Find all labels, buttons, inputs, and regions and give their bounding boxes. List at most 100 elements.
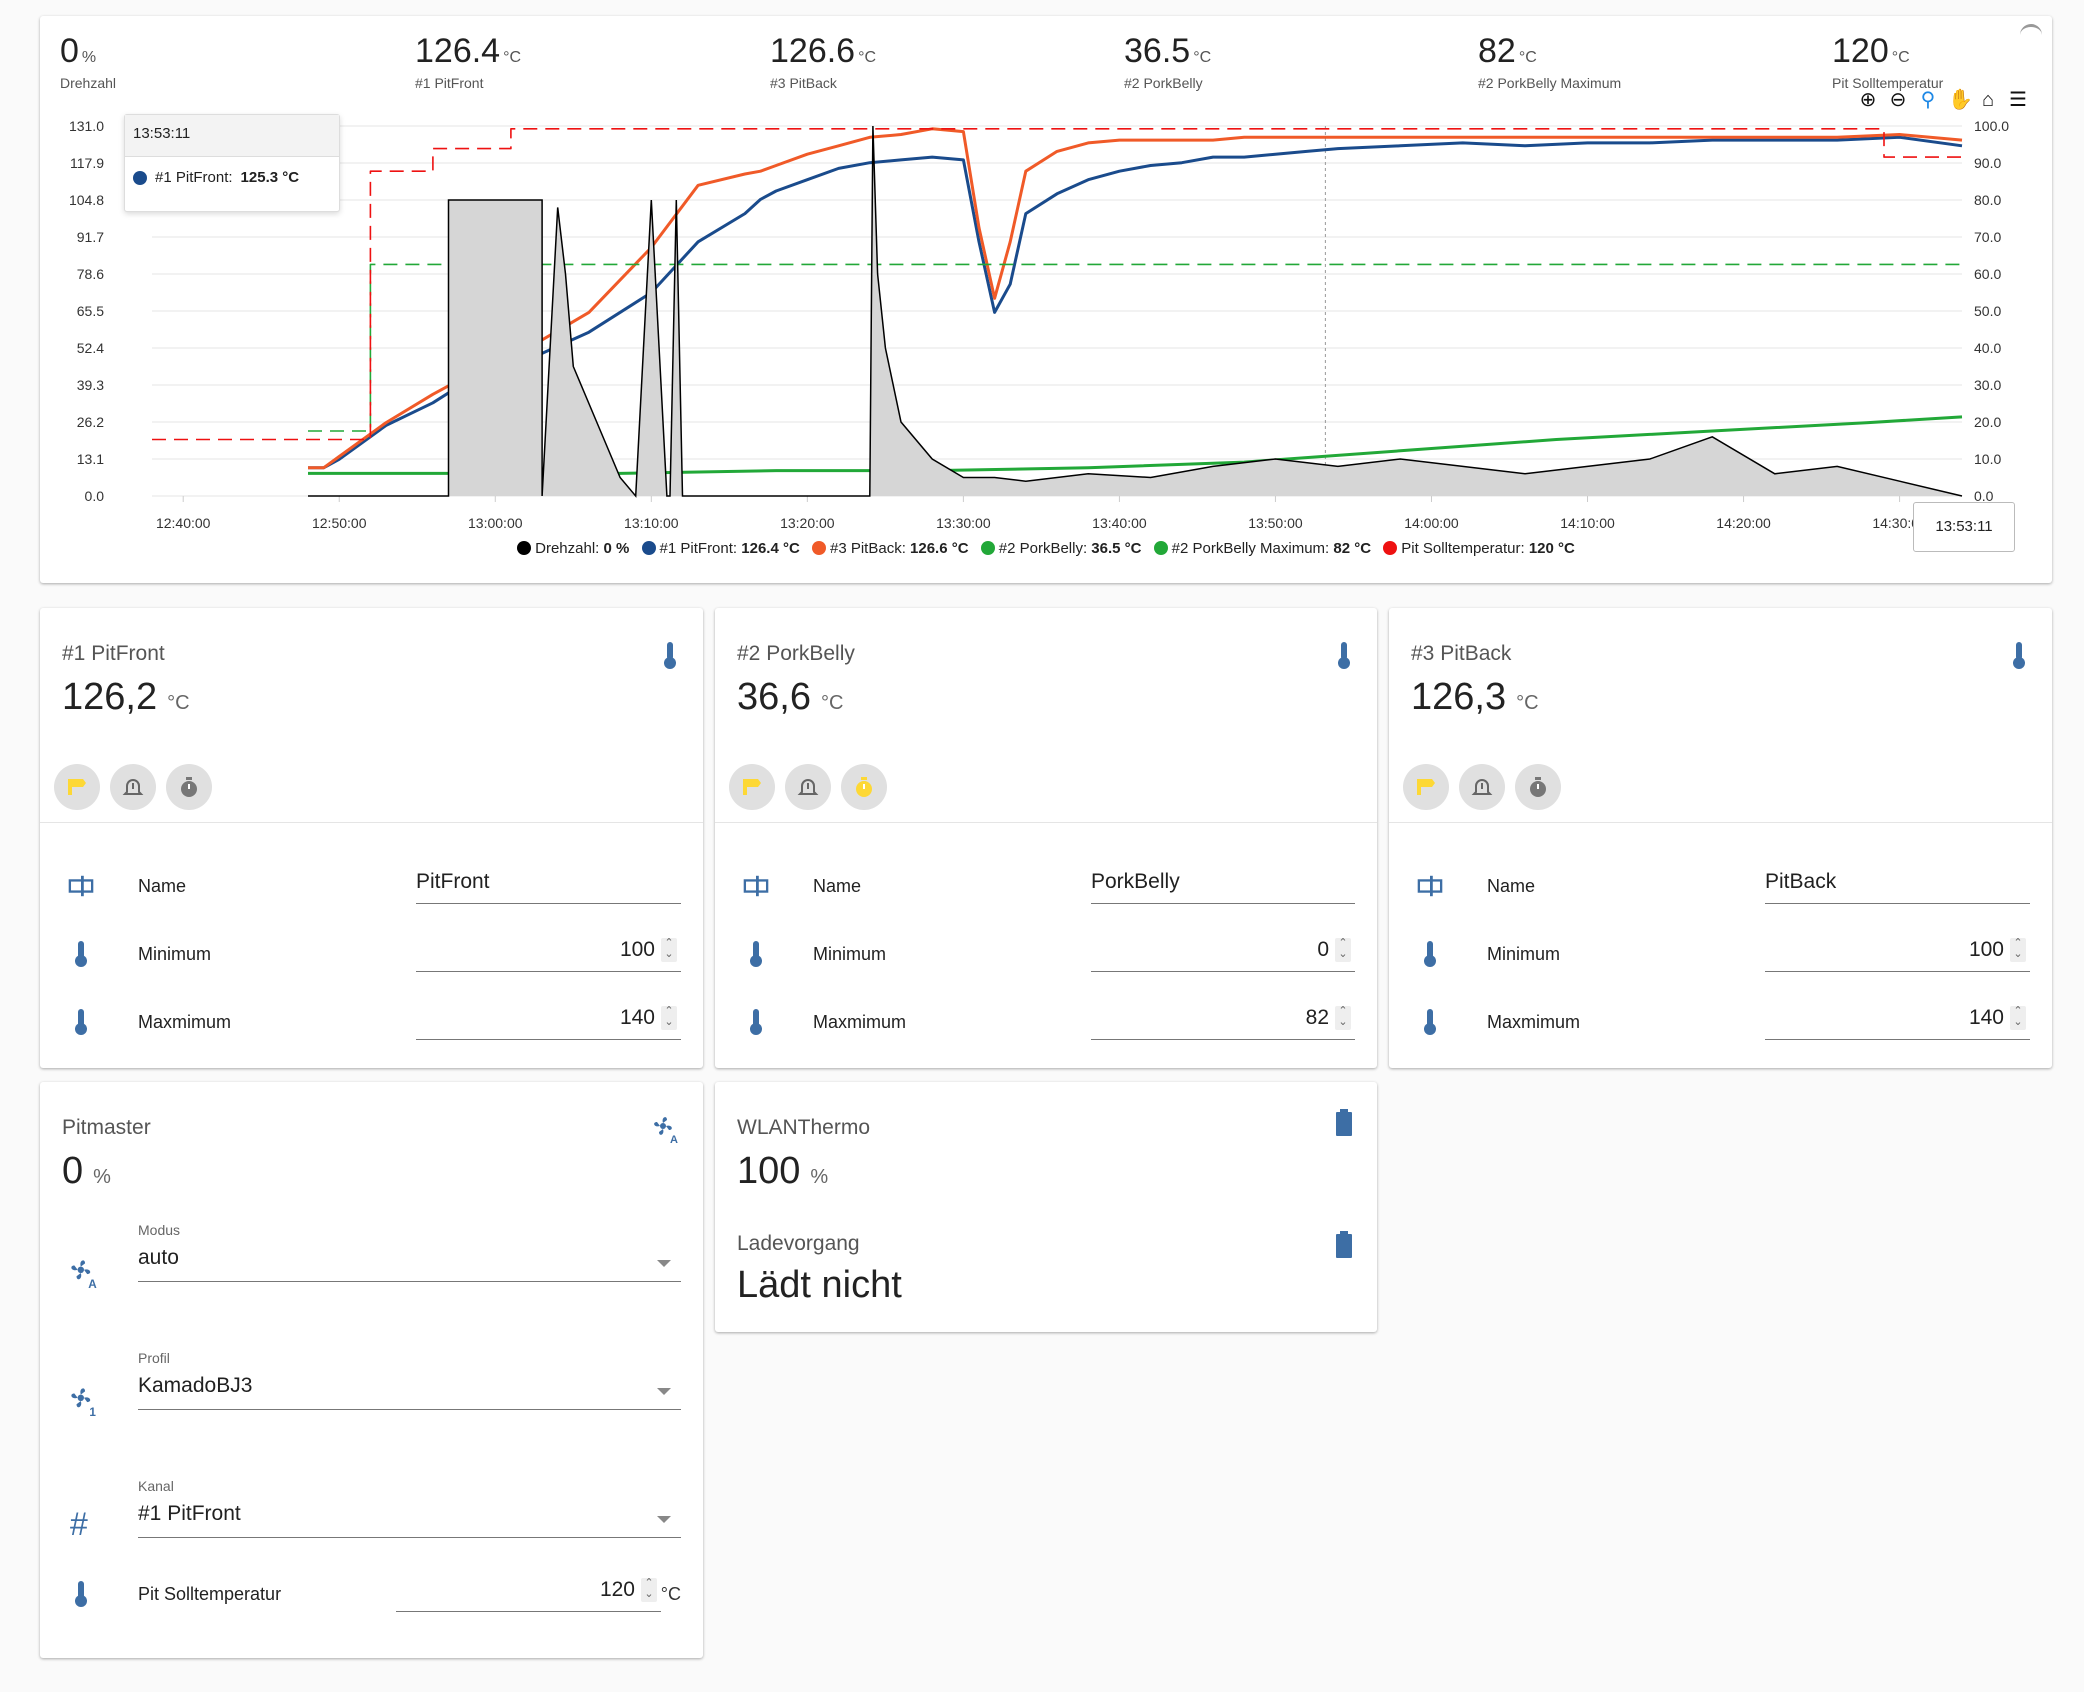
kanal-value: #1 PitFront (138, 1502, 241, 1525)
fan-auto-icon: A (71, 1260, 97, 1289)
pitmaster-percent: 0 (62, 1150, 84, 1192)
channel-card-pitback: #3 PitBack 126,3 °C Name PitBack Minimum … (1389, 608, 2052, 1068)
legend-dot (811, 541, 826, 555)
max-label: Maxmimum (138, 1012, 231, 1032)
tooltip-time: 13:53:11 (125, 115, 339, 157)
channel-value: 36,6 °C (737, 676, 843, 719)
channel-unit: °C (1516, 692, 1539, 714)
channel-value: 126,2 °C (62, 676, 190, 719)
color-button[interactable] (729, 764, 775, 810)
min-label: Minimum (1487, 944, 1561, 964)
color-button[interactable] (54, 764, 100, 810)
x-tick-label: 12:40:00 (156, 515, 211, 531)
divider (1389, 822, 2052, 823)
legend-value: 126.4 °C (741, 540, 800, 557)
battery-value: 100% (737, 1150, 828, 1193)
name-input[interactable]: PitFront (416, 866, 681, 904)
y-right-tick-label: 10.0 (1974, 451, 2001, 467)
max-input[interactable]: 140 ⌃ ⌄ (1765, 1002, 2030, 1040)
modus-value: auto (138, 1246, 179, 1269)
min-input[interactable]: 0 ⌃ ⌄ (1091, 934, 1355, 972)
min-input[interactable]: 100 ⌃ ⌄ (1765, 934, 2030, 972)
y-left-tick-label: 26.2 (77, 414, 104, 430)
channel-buttons (54, 764, 212, 810)
chart-plot[interactable]: 131.0 117.9 104.8 91.7 78.6 65.5 52.4 39.3 26.2 1… (40, 16, 2052, 583)
y-left-tick-label: 13.1 (77, 451, 104, 467)
max-value: 82 (1305, 1006, 1329, 1029)
number-spinner[interactable]: ⌃ ⌄ (2010, 1006, 2026, 1030)
bell-alert-icon (122, 779, 144, 795)
hash-icon: # (70, 1506, 88, 1542)
min-input[interactable]: 100 ⌃ ⌄ (416, 934, 681, 972)
thermometer-icon (750, 1009, 762, 1035)
alarm-button[interactable] (110, 764, 156, 810)
name-input[interactable]: PorkBelly (1091, 866, 1355, 904)
legend-dot (641, 541, 656, 555)
x-tick-label: 13:50:00 (1248, 515, 1303, 531)
max-input[interactable]: 140 ⌃ ⌄ (416, 1002, 681, 1040)
svg-text:1: 1 (89, 1406, 96, 1417)
y-left-tick-label: 65.5 (77, 303, 104, 319)
y-right-tick-label: 70.0 (1974, 229, 2001, 245)
alarm-button[interactable] (1459, 764, 1505, 810)
min-label: Minimum (138, 944, 212, 964)
thermometer-icon (1424, 1009, 1436, 1035)
thermometer-icon (750, 941, 762, 967)
x-tick-label: 13:00:00 (468, 515, 523, 531)
modus-label: Modus (138, 1222, 181, 1238)
legend-name: Pit Solltemperatur: (1401, 540, 1525, 557)
legend-item-porkbelly[interactable]: #2 PorkBelly: 36.5 °C (980, 540, 1142, 557)
color-flag-icon (68, 779, 86, 795)
timer-button[interactable] (841, 764, 887, 810)
alarm-button[interactable] (785, 764, 831, 810)
channel-buttons (1403, 764, 1561, 810)
color-button[interactable] (1403, 764, 1449, 810)
timer-button[interactable] (166, 764, 212, 810)
min-row: Minimum 100 ⌃ ⌄ (40, 928, 703, 978)
kanal-select[interactable]: Kanal #1 PitFront (138, 1478, 681, 1538)
number-spinner[interactable]: ⌃ ⌄ (1335, 1006, 1351, 1030)
x-tick-label: 13:10:00 (624, 515, 679, 531)
y-right-tick-label: 80.0 (1974, 192, 2001, 208)
number-spinner[interactable]: ⌃ ⌄ (661, 1006, 677, 1030)
y-right-tick-label: 100.0 (1974, 118, 2009, 134)
color-flag-icon (1417, 779, 1435, 795)
divider (715, 822, 1377, 823)
y-right-tick-label: 90.0 (1974, 155, 2001, 171)
bell-alert-icon (1471, 779, 1493, 795)
timer-icon (181, 777, 197, 797)
charge-value: Lädt nicht (737, 1264, 902, 1306)
bell-alert-icon (797, 779, 819, 795)
timer-button[interactable] (1515, 764, 1561, 810)
min-row: Minimum 0 ⌃ ⌄ (715, 928, 1377, 978)
max-input[interactable]: 82 ⌃ ⌄ (1091, 1002, 1355, 1040)
max-value: 140 (619, 1006, 655, 1029)
number-spinner[interactable]: ⌃ ⌄ (661, 938, 677, 962)
min-row: Minimum 100 ⌃ ⌄ (1389, 928, 2052, 978)
x-tick-label: 12:50:00 (312, 515, 367, 531)
number-spinner[interactable]: ⌃ ⌄ (1335, 938, 1351, 962)
profil-select[interactable]: Profil KamadoBJ3 (138, 1350, 681, 1410)
name-input[interactable]: PitBack (1765, 866, 2030, 904)
y-left-tick-label: 91.7 (77, 229, 104, 245)
legend-item-porkbelly-max[interactable]: #2 PorkBelly Maximum: 82 °C (1153, 540, 1371, 557)
number-spinner[interactable]: ⌃ ⌄ (641, 1578, 657, 1602)
channel-title: #1 PitFront (62, 642, 165, 665)
thermometer-icon (75, 941, 87, 967)
pit-soll-input[interactable]: 120 ⌃ ⌄ (396, 1574, 661, 1612)
legend-item-pitback[interactable]: #3 PitBack: 126.6 °C (811, 540, 969, 557)
legend-item-pitfront[interactable]: #1 PitFront: 126.4 °C (641, 540, 800, 557)
legend-name: #3 PitBack: (829, 540, 906, 557)
thermometer-icon (664, 642, 676, 669)
min-label: Minimum (813, 944, 887, 964)
legend-name: #1 PitFront: (659, 540, 738, 557)
number-spinner[interactable]: ⌃ ⌄ (2010, 938, 2026, 962)
modus-select[interactable]: Modus auto (138, 1222, 681, 1282)
y-right-tick-label: 60.0 (1974, 266, 2001, 282)
channel-card-pitfront: #1 PitFront 126,2 °C Name PitFront Minimu… (40, 608, 703, 1068)
name-row: Name PitFront (40, 860, 703, 910)
legend-item-drehzahl[interactable]: Drehzahl: 0 % (517, 540, 629, 557)
legend-item-pit-soll[interactable]: Pit Solltemperatur: 120 °C (1383, 540, 1575, 557)
legend-dot (1153, 541, 1168, 555)
dropdown-arrow-icon (657, 1260, 671, 1267)
